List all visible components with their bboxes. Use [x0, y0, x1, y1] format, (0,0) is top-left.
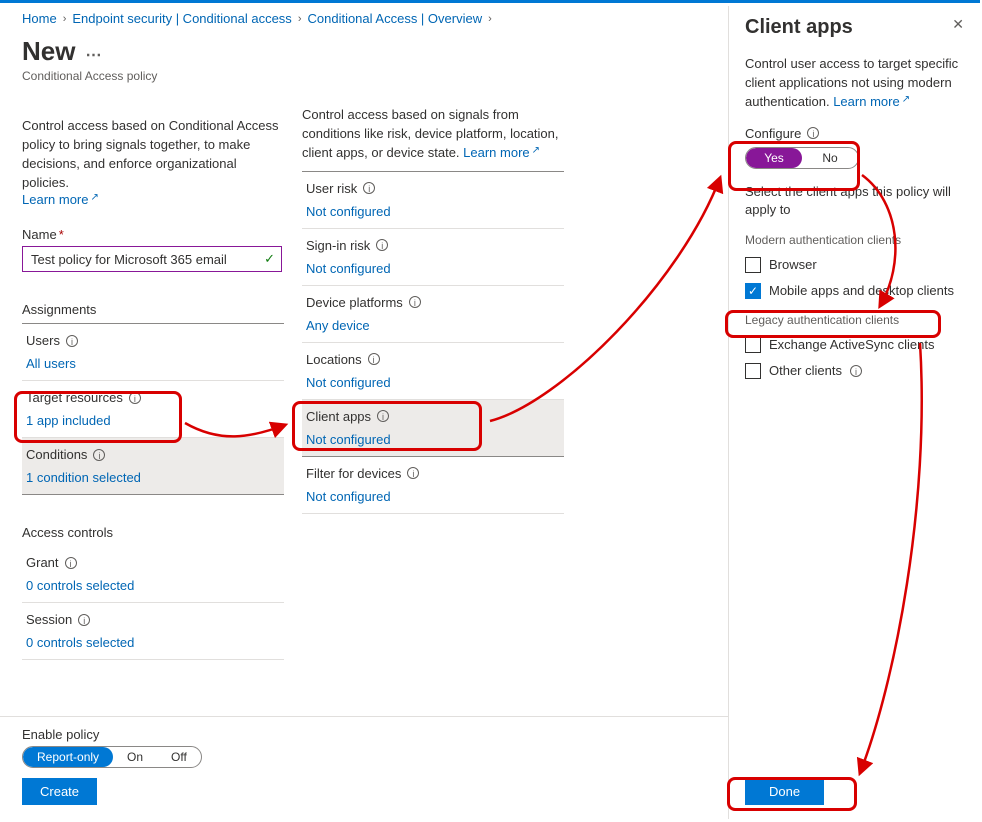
blade-learn-more[interactable]: Learn more↗ [833, 94, 910, 109]
toggle-no[interactable]: No [802, 148, 858, 168]
external-link-icon: ↗ [532, 145, 540, 156]
chevron-right-icon: › [488, 13, 492, 25]
select-intro: Select the client apps this policy will … [745, 183, 964, 219]
checkbox-other[interactable] [745, 363, 761, 379]
configure-toggle[interactable]: Yes No [745, 147, 859, 169]
checkbox-browser[interactable] [745, 257, 761, 273]
group-legacy: Legacy authentication clients [745, 313, 964, 327]
row-client-apps[interactable]: Client appsi Not configured [302, 400, 564, 457]
more-menu-button[interactable]: ⋯ [85, 45, 103, 65]
row-filter-devices[interactable]: Filter for devicesi Not configured [302, 457, 564, 514]
external-link-icon: ↗ [902, 94, 910, 105]
info-icon: i [409, 296, 421, 308]
configure-label: Configure [745, 126, 801, 141]
checkbox-browser-label: Browser [769, 257, 817, 272]
info-icon: i [66, 335, 78, 347]
checkbox-other-label: Other clients [769, 363, 842, 378]
row-user-risk[interactable]: User riski Not configured [302, 172, 564, 229]
blade-title: Client apps [745, 16, 853, 39]
row-locations[interactable]: Locationsi Not configured [302, 343, 564, 400]
info-icon: i [129, 392, 141, 404]
target-value[interactable]: 1 app included [26, 413, 280, 428]
row-signin-risk[interactable]: Sign-in riski Not configured [302, 229, 564, 286]
info-icon: i [850, 365, 862, 377]
name-input[interactable]: Test policy for Microsoft 365 email ✓ [22, 246, 282, 272]
info-icon: i [807, 127, 819, 139]
info-icon: i [407, 467, 419, 479]
crumb-overview[interactable]: Conditional Access | Overview [307, 11, 482, 26]
conditions-learn-more[interactable]: Learn more↗ [463, 145, 540, 160]
toggle-report-only[interactable]: Report-only [23, 747, 113, 767]
crumb-endpoint[interactable]: Endpoint security | Conditional access [72, 11, 291, 26]
checkbox-eas-row[interactable]: Exchange ActiveSync clients [745, 337, 964, 353]
toggle-on[interactable]: On [113, 747, 157, 767]
name-label: Name [22, 227, 57, 242]
blade-intro: Control user access to target specific c… [745, 55, 964, 112]
info-icon: i [363, 182, 375, 194]
checkbox-mobile[interactable]: ✓ [745, 283, 761, 299]
checkbox-mobile-row[interactable]: ✓ Mobile apps and desktop clients [745, 283, 964, 299]
crumb-home[interactable]: Home [22, 11, 57, 26]
checkbox-eas[interactable] [745, 337, 761, 353]
create-button[interactable]: Create [22, 778, 97, 805]
row-target[interactable]: Target resourcesi 1 app included [22, 381, 284, 438]
row-device-platforms[interactable]: Device platformsi Any device [302, 286, 564, 343]
session-value[interactable]: 0 controls selected [26, 635, 280, 650]
row-session[interactable]: Sessioni 0 controls selected [22, 603, 284, 660]
info-icon: i [376, 239, 388, 251]
checkbox-mobile-label: Mobile apps and desktop clients [769, 283, 954, 298]
toggle-yes[interactable]: Yes [746, 148, 802, 168]
users-value[interactable]: All users [26, 356, 280, 371]
chevron-right-icon: › [298, 13, 302, 25]
checkbox-browser-row[interactable]: Browser [745, 257, 964, 273]
conditions-intro: Control access based on signals from con… [302, 106, 564, 163]
checkbox-eas-label: Exchange ActiveSync clients [769, 337, 934, 352]
access-controls-header: Access controls [22, 515, 284, 546]
checkbox-other-row[interactable]: Other clients i [745, 363, 964, 379]
intro-text: Control access based on Conditional Acce… [22, 117, 284, 192]
group-modern: Modern authentication clients [745, 233, 964, 247]
info-icon: i [377, 410, 389, 422]
info-icon: i [65, 557, 77, 569]
check-icon: ✓ [264, 251, 275, 267]
external-link-icon: ↗ [90, 192, 98, 203]
grant-value[interactable]: 0 controls selected [26, 578, 280, 593]
info-icon: i [368, 353, 380, 365]
chevron-right-icon: › [63, 13, 67, 25]
row-grant[interactable]: Granti 0 controls selected [22, 546, 284, 603]
client-apps-blade: Client apps ✕ Control user access to tar… [728, 6, 980, 819]
row-conditions[interactable]: Conditionsi 1 condition selected [22, 438, 284, 495]
info-icon: i [93, 449, 105, 461]
done-button[interactable]: Done [745, 778, 824, 805]
enable-policy-toggle[interactable]: Report-only On Off [22, 746, 202, 768]
conditions-value[interactable]: 1 condition selected [26, 470, 280, 485]
page-title: New [22, 36, 75, 67]
toggle-off[interactable]: Off [157, 747, 201, 767]
assignments-header: Assignments [22, 292, 284, 324]
page-subtitle: Conditional Access policy [22, 69, 284, 83]
row-users[interactable]: Usersi All users [22, 324, 284, 381]
learn-more-link[interactable]: Learn more↗ [22, 192, 99, 207]
info-icon: i [78, 614, 90, 626]
close-icon[interactable]: ✕ [952, 16, 964, 33]
